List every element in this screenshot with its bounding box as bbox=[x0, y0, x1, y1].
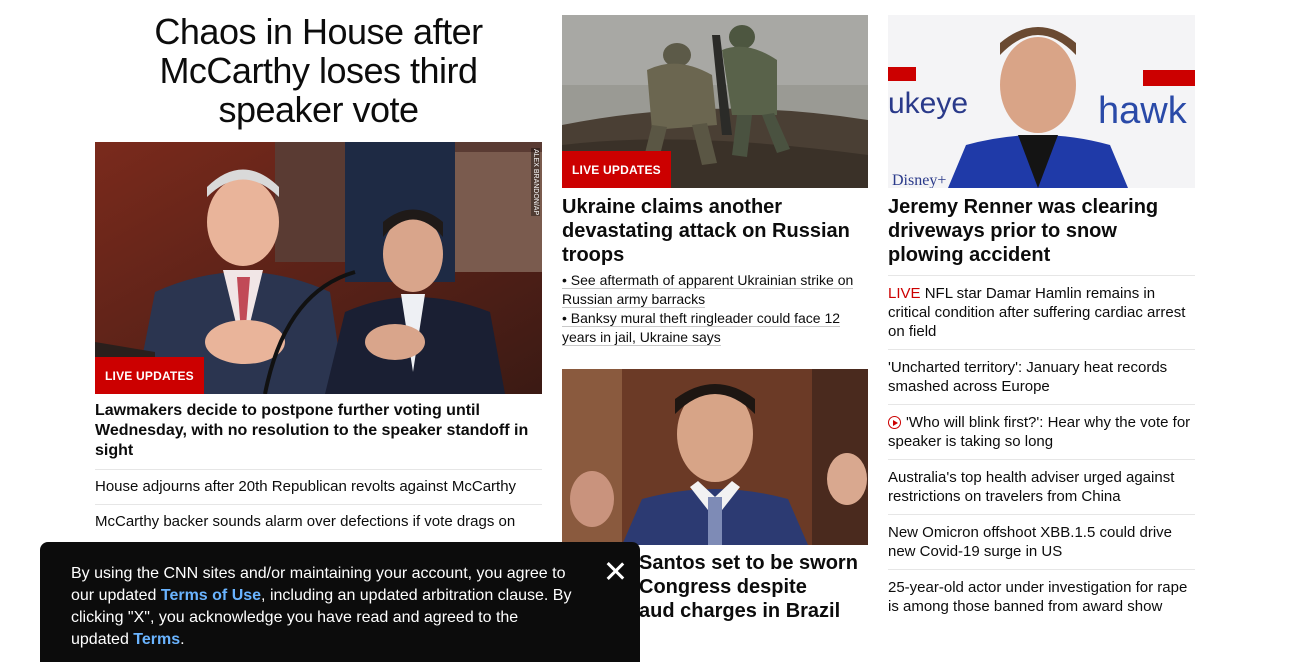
svg-text:hawk: hawk bbox=[1098, 90, 1188, 132]
terms-text-3: . bbox=[180, 631, 185, 648]
lead-description[interactable]: Lawmakers decide to postpone further vot… bbox=[95, 401, 542, 461]
renner-headline[interactable]: Jeremy Renner was clearing driveways pri… bbox=[888, 195, 1195, 267]
svg-text:Disney+: Disney+ bbox=[892, 172, 946, 188]
list-item[interactable]: 'Uncharted territory': January heat reco… bbox=[888, 349, 1195, 404]
lead-story: Chaos in House after McCarthy loses thir… bbox=[95, 12, 542, 539]
close-icon[interactable] bbox=[606, 562, 624, 580]
list-item[interactable]: New Omicron offshoot XBB.1.5 could drive… bbox=[888, 514, 1195, 569]
live-label: LIVE bbox=[888, 285, 921, 302]
svg-text:ukeye: ukeye bbox=[888, 87, 968, 120]
headline-list: LIVE NFL star Damar Hamlin remains in cr… bbox=[888, 275, 1195, 624]
related-link[interactable]: McCarthy backer sounds alarm over defect… bbox=[95, 504, 542, 539]
ukraine-bullet-link[interactable]: • See aftermath of apparent Ukrainian st… bbox=[562, 271, 868, 309]
renner-photo-image: ukeye hawk Disney+ bbox=[888, 15, 1195, 188]
live-updates-badge: LIVE UPDATES bbox=[95, 357, 204, 394]
santos-photo-image bbox=[562, 369, 868, 545]
ukraine-photo[interactable]: LIVE UPDATES bbox=[562, 15, 868, 188]
middle-column: LIVE UPDATES Ukraine claims another deva… bbox=[562, 15, 868, 623]
ukraine-bullet-link[interactable]: • Banksy mural theft ringleader could fa… bbox=[562, 309, 868, 347]
bullet-text: • See aftermath of apparent Ukrainian st… bbox=[562, 272, 854, 308]
right-column: ukeye hawk Disney+ Jeremy Renner was cle… bbox=[888, 15, 1195, 624]
list-item[interactable]: 'Who will blink first?': Hear why the vo… bbox=[888, 404, 1195, 459]
live-updates-badge: LIVE UPDATES bbox=[562, 151, 671, 188]
terms-of-use-link[interactable]: Terms of Use bbox=[161, 587, 261, 604]
list-item-text: 'Who will blink first?': Hear why the vo… bbox=[888, 414, 1191, 450]
lead-headline[interactable]: Chaos in House after McCarthy loses thir… bbox=[95, 12, 542, 129]
bullet-text: • Banksy mural theft ringleader could fa… bbox=[562, 310, 841, 346]
santos-headline[interactable]: Santos set to be sworn Congress despite … bbox=[639, 551, 868, 623]
santos-photo[interactable] bbox=[562, 369, 868, 545]
lead-photo[interactable]: ALEX BRANDON/AP LIVE UPDATES bbox=[95, 142, 542, 394]
renner-photo[interactable]: ukeye hawk Disney+ bbox=[888, 15, 1195, 188]
list-item-text: NFL star Damar Hamlin remains in critica… bbox=[888, 285, 1186, 340]
terms-link[interactable]: Terms bbox=[133, 631, 180, 648]
list-item[interactable]: 25-year-old actor under investigation fo… bbox=[888, 569, 1195, 624]
play-video-icon bbox=[888, 416, 901, 429]
photo-credit: ALEX BRANDON/AP bbox=[531, 148, 540, 217]
ukraine-headline[interactable]: Ukraine claims another devastating attac… bbox=[562, 195, 868, 267]
list-item[interactable]: Australia's top health adviser urged aga… bbox=[888, 459, 1195, 514]
related-link[interactable]: House adjourns after 20th Republican rev… bbox=[95, 469, 542, 504]
list-item[interactable]: LIVE NFL star Damar Hamlin remains in cr… bbox=[888, 275, 1195, 349]
terms-banner: By using the CNN sites and/or maintainin… bbox=[40, 542, 640, 662]
